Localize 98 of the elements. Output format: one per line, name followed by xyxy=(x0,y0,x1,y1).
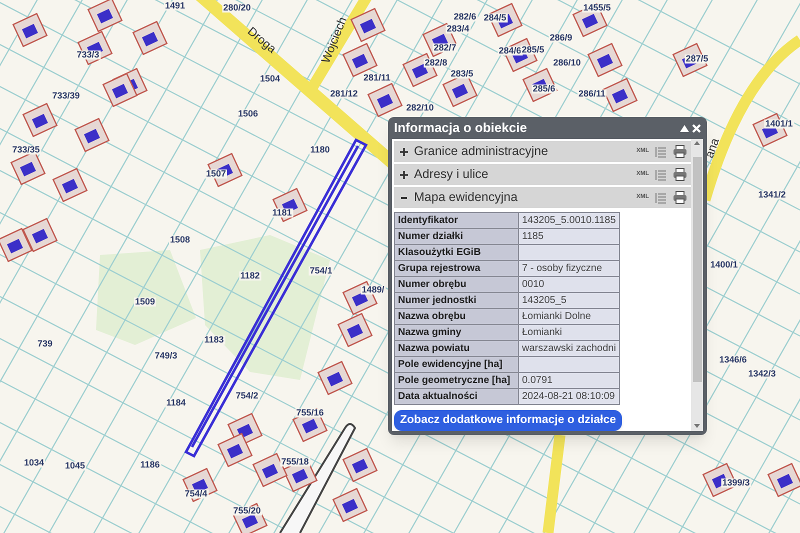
parcel-number: 1341/2 xyxy=(757,190,787,200)
parcel-number: 733/3 xyxy=(76,50,100,60)
attribute-value: 1185 xyxy=(518,228,620,244)
scroll-up-icon[interactable] xyxy=(694,141,700,145)
building-marker xyxy=(102,72,138,108)
parcel-number: 283/5 xyxy=(450,70,474,78)
attribute-value: 7 - osoby fizyczne xyxy=(518,260,620,276)
list-icon[interactable] xyxy=(655,168,667,180)
parcel-number: 1183 xyxy=(203,336,225,344)
printer-icon[interactable] xyxy=(673,191,687,204)
parcel-number: 1455/5 xyxy=(582,4,612,12)
parcel-number: 1182 xyxy=(239,272,261,280)
parcel-number: 1186 xyxy=(139,460,161,470)
parcel-number: 754/2 xyxy=(234,392,260,400)
parcel-number: 286/11 xyxy=(577,90,607,98)
parcel-number: 1346/6 xyxy=(718,356,748,364)
parcel-number: 283/4 xyxy=(446,24,470,34)
parcel-number: 282/8 xyxy=(424,58,448,68)
scroll-down-icon[interactable] xyxy=(694,424,700,428)
attribute-name: Pole geometryczne [ha] xyxy=(394,372,518,388)
list-icon[interactable] xyxy=(655,146,667,158)
section-title: Mapa ewidencyjna xyxy=(414,189,519,206)
close-icon[interactable] xyxy=(692,124,701,132)
parcel-number: 285/6 xyxy=(532,84,556,94)
parcel-number: 280/20 xyxy=(222,4,252,12)
building-marker xyxy=(217,432,253,468)
attribute-name: Numer obrębu xyxy=(394,276,518,292)
parcel-number: 755/18 xyxy=(280,458,310,466)
list-icon[interactable] xyxy=(655,192,667,204)
parcel-number: 281/11 xyxy=(362,74,392,82)
attribute-value: warszawski zachodni xyxy=(518,340,620,356)
parcel-number: 1180 xyxy=(309,146,331,154)
building-marker xyxy=(332,488,368,522)
parcel-number: 733/39 xyxy=(51,92,81,100)
attribute-name: Data aktualności xyxy=(394,388,518,404)
parcel-number: 749/3 xyxy=(154,352,178,360)
parcel-number: 739 xyxy=(36,340,54,348)
parcel-number: 1181 xyxy=(271,208,293,218)
parcel-number: 1504 xyxy=(258,74,282,84)
parcel-number: 1184 xyxy=(165,398,187,408)
parcel-number: 281/12 xyxy=(329,90,359,98)
attribute-value: 143205_5.0010.1185 xyxy=(518,212,620,228)
parcel-number: 1506 xyxy=(236,110,260,118)
parcel-number: 286/10 xyxy=(552,58,582,68)
attribute-value: Łomianki Dolne xyxy=(518,308,620,324)
parcel-number: 754/4 xyxy=(184,490,208,498)
attribute-name: Nazwa obrębu xyxy=(394,308,518,324)
parcel-number: 1508 xyxy=(168,236,192,244)
expand-icon[interactable] xyxy=(400,148,408,156)
parcel-number: 1491 xyxy=(164,2,186,10)
attribute-name: Nazwa powiatu xyxy=(394,340,518,356)
expand-icon[interactable] xyxy=(400,170,408,178)
attribute-name: Numer jednostki xyxy=(394,292,518,308)
scrollbar[interactable] xyxy=(691,139,703,431)
parcel-number: 282/6 xyxy=(452,12,478,22)
attribute-name: Numer działki xyxy=(394,228,518,244)
parcel-number: 754/1 xyxy=(308,266,334,276)
parcel-number: 1489/ xyxy=(360,286,386,294)
collapse-icon[interactable] xyxy=(680,124,689,132)
parcel-number: 282/10 xyxy=(405,104,435,112)
parcel-number: 1342/3 xyxy=(747,370,777,378)
parcel-number: 286/9 xyxy=(548,34,574,42)
parcel-number: 287/5 xyxy=(684,54,710,64)
printer-icon[interactable] xyxy=(673,168,687,181)
parcel-number: 1399/3 xyxy=(721,478,751,488)
attribute-value: 2024-08-21 08:10:09 xyxy=(518,388,620,404)
parcel-number: 755/20 xyxy=(232,506,262,516)
building-marker xyxy=(342,448,378,482)
section-title: Adresy i ulice xyxy=(414,166,490,184)
parcel-number: 282/7 xyxy=(432,44,458,52)
attribute-name: Pole ewidencyjne [ha] xyxy=(394,356,518,372)
popup-title: Informacja o obiekcie xyxy=(394,119,527,138)
attribute-value: 0010 xyxy=(518,276,620,292)
attribute-name: Grupa rejestrowa xyxy=(394,260,518,276)
attribute-value: 0.0791 xyxy=(518,372,620,388)
parcel-number: 284/5 xyxy=(482,14,508,22)
attribute-value: Łomianki xyxy=(518,324,620,340)
parcel-number: 1509 xyxy=(134,298,156,306)
more-info-button[interactable]: Zobacz dodatkowe informacje o działce xyxy=(394,410,622,431)
parcel-number: 755/16 xyxy=(295,408,325,418)
attribute-name: Identyfikator xyxy=(394,212,518,228)
attribute-value: 143205_5 xyxy=(518,292,620,308)
parcel-number: 285/5 xyxy=(520,46,546,54)
building-marker xyxy=(337,312,373,348)
parcel-number: 1401/1 xyxy=(764,120,794,128)
parcel-number: 284/6 xyxy=(498,46,522,56)
building-marker xyxy=(87,0,123,32)
parcel-number: 733/35 xyxy=(11,146,41,154)
attribute-name: Klasoużytki EGiB xyxy=(394,244,518,260)
street-name: ana xyxy=(702,136,722,160)
attribute-name: Nazwa gminy xyxy=(394,324,518,340)
section-title: Granice administracyjne xyxy=(414,143,550,160)
parcel-number: 1045 xyxy=(64,462,86,470)
parcel-number: 1400/1 xyxy=(709,260,739,270)
parcel-number: 1034 xyxy=(22,458,46,468)
scrollbar-thumb[interactable] xyxy=(692,157,702,382)
printer-icon[interactable] xyxy=(673,145,687,158)
parcel-number: 1507 xyxy=(204,170,228,178)
